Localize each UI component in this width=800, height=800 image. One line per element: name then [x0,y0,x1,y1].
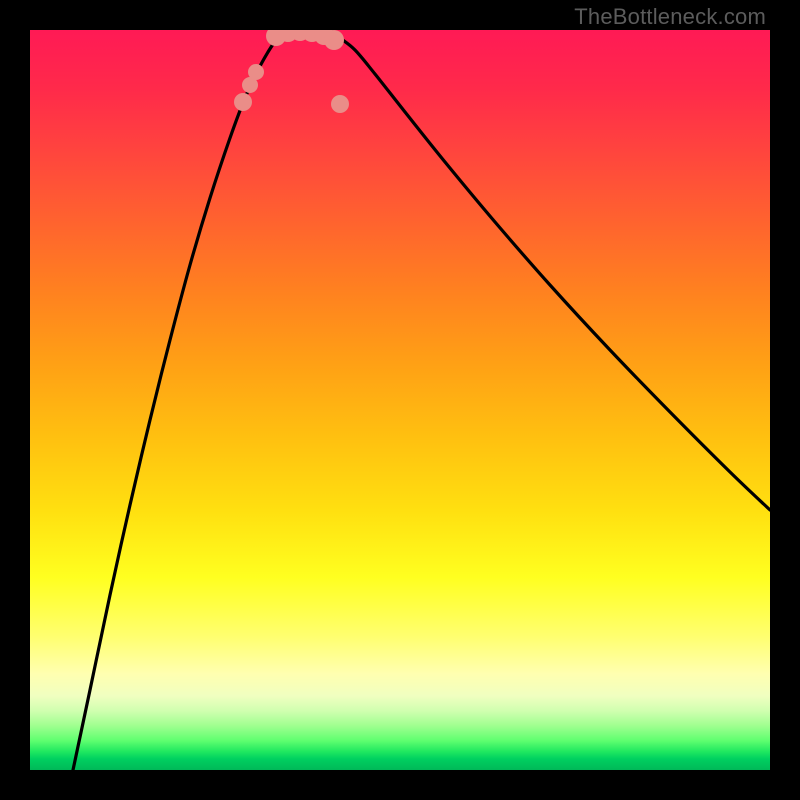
data-marker [234,93,252,111]
chart-svg [30,30,770,770]
curve-markers [234,30,349,113]
plot-area [30,30,770,770]
chart-frame: TheBottleneck.com [0,0,800,800]
curve-right-curve [330,30,770,510]
data-marker [331,95,349,113]
watermark-text: TheBottleneck.com [574,4,766,30]
curve-left-curve [73,30,288,770]
data-marker [248,64,264,80]
data-marker [324,30,344,50]
curve-lines [73,30,770,770]
